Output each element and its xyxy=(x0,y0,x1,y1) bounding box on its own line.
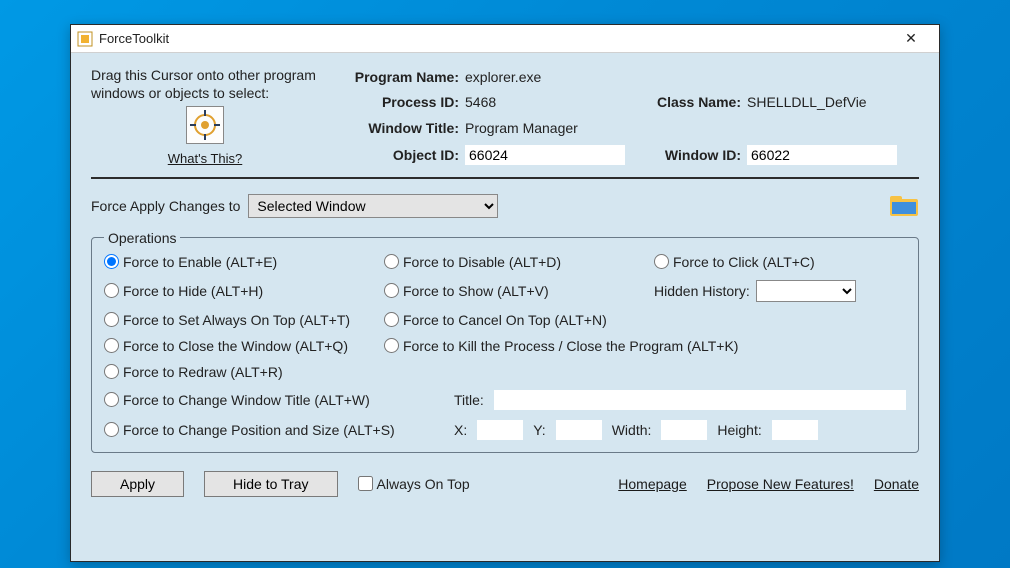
y-label: Y: xyxy=(533,422,545,438)
op-disable[interactable]: Force to Disable (ALT+D) xyxy=(384,254,654,270)
process-id-value: 5468 xyxy=(465,94,625,110)
program-name-value: explorer.exe xyxy=(465,69,625,85)
hidden-history-label: Hidden History: xyxy=(654,283,750,299)
window-id-input[interactable] xyxy=(747,145,897,165)
x-input[interactable] xyxy=(477,420,523,440)
title-field-label: Title: xyxy=(454,392,484,408)
op-show-radio[interactable] xyxy=(384,283,399,298)
apply-to-select[interactable]: Selected Window xyxy=(248,194,498,218)
op-enable-radio[interactable] xyxy=(104,254,119,269)
op-hide[interactable]: Force to Hide (ALT+H) xyxy=(104,283,384,299)
height-input[interactable] xyxy=(772,420,818,440)
homepage-link[interactable]: Homepage xyxy=(618,476,687,492)
op-kill-process-radio[interactable] xyxy=(384,338,399,353)
class-name-label: Class Name: xyxy=(631,94,741,110)
op-change-title-radio[interactable] xyxy=(104,392,119,407)
window-title: ForceToolkit xyxy=(99,31,169,46)
op-change-position-radio[interactable] xyxy=(104,422,119,437)
hidden-history-select[interactable] xyxy=(756,280,856,302)
op-enable[interactable]: Force to Enable (ALT+E) xyxy=(104,254,384,270)
apply-button[interactable]: Apply xyxy=(91,471,184,497)
width-input[interactable] xyxy=(661,420,707,440)
op-change-title[interactable]: Force to Change Window Title (ALT+W) xyxy=(104,392,444,408)
titlebar: ForceToolkit ✕ xyxy=(71,25,939,53)
propose-features-link[interactable]: Propose New Features! xyxy=(707,476,854,492)
window-title-label: Window Title: xyxy=(329,120,459,136)
op-redraw-radio[interactable] xyxy=(104,364,119,379)
drag-instruction-text: Drag this Cursor onto other program wind… xyxy=(91,67,319,102)
object-id-label: Object ID: xyxy=(329,147,459,163)
width-label: Width: xyxy=(612,422,652,438)
donate-link[interactable]: Donate xyxy=(874,476,919,492)
op-close-window-radio[interactable] xyxy=(104,338,119,353)
drag-instruction-panel: Drag this Cursor onto other program wind… xyxy=(91,67,319,167)
height-label: Height: xyxy=(717,422,761,438)
op-close-window[interactable]: Force to Close the Window (ALT+Q) xyxy=(104,338,384,354)
op-set-top[interactable]: Force to Set Always On Top (ALT+T) xyxy=(104,312,384,328)
hide-to-tray-button[interactable]: Hide to Tray xyxy=(204,471,337,497)
window-id-label: Window ID: xyxy=(631,147,741,163)
client-area: Drag this Cursor onto other program wind… xyxy=(71,53,939,507)
app-window: ForceToolkit ✕ Drag this Cursor onto oth… xyxy=(70,24,940,562)
op-cancel-top-radio[interactable] xyxy=(384,312,399,327)
target-info-grid: Program Name: explorer.exe Process ID: 5… xyxy=(329,67,919,167)
op-change-position[interactable]: Force to Change Position and Size (ALT+S… xyxy=(104,422,444,438)
op-redraw[interactable]: Force to Redraw (ALT+R) xyxy=(104,364,906,380)
class-name-value: SHELLDLL_DefVie xyxy=(747,94,897,110)
close-button[interactable]: ✕ xyxy=(889,27,933,51)
operations-legend: Operations xyxy=(104,230,180,246)
op-click-radio[interactable] xyxy=(654,254,669,269)
title-input[interactable] xyxy=(494,390,906,410)
x-label: X: xyxy=(454,422,467,438)
y-input[interactable] xyxy=(556,420,602,440)
always-on-top-checkbox-wrap[interactable]: Always On Top xyxy=(358,476,470,492)
explorer-folder-icon xyxy=(889,193,919,220)
always-on-top-checkbox[interactable] xyxy=(358,476,373,491)
operations-group: Operations Force to Enable (ALT+E) Force… xyxy=(91,230,919,453)
divider xyxy=(91,177,919,179)
window-title-value: Program Manager xyxy=(465,120,625,136)
object-id-input[interactable] xyxy=(465,145,625,165)
program-name-label: Program Name: xyxy=(329,69,459,85)
op-cancel-top[interactable]: Force to Cancel On Top (ALT+N) xyxy=(384,312,906,328)
op-kill-process[interactable]: Force to Kill the Process / Close the Pr… xyxy=(384,338,906,354)
op-disable-radio[interactable] xyxy=(384,254,399,269)
op-hide-radio[interactable] xyxy=(104,283,119,298)
drag-target-icon[interactable] xyxy=(186,106,224,144)
apply-to-label: Force Apply Changes to xyxy=(91,198,240,214)
process-id-label: Process ID: xyxy=(329,94,459,110)
op-set-top-radio[interactable] xyxy=(104,312,119,327)
whats-this-link[interactable]: What's This? xyxy=(91,151,319,167)
app-icon xyxy=(77,31,93,47)
op-show[interactable]: Force to Show (ALT+V) xyxy=(384,283,654,299)
desktop-background: ForceToolkit ✕ Drag this Cursor onto oth… xyxy=(0,0,1010,568)
op-click[interactable]: Force to Click (ALT+C) xyxy=(654,254,906,270)
